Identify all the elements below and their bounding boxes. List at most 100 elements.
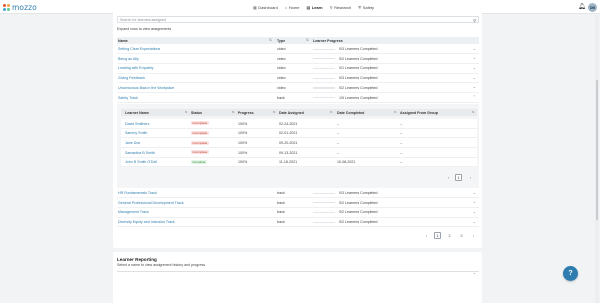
assignment-name-link[interactable]: Management Track [118,210,149,214]
learner-row[interactable]: Samantha B Smith Incomplete 100% 09-13-2… [121,148,477,158]
progress-bar [313,58,335,60]
assignment-name-link[interactable]: Setting Clear Expectations [118,47,160,51]
pagination-page-button[interactable]: 3 [458,232,465,239]
column-header-date-assigned[interactable]: Date Assigned [279,111,304,115]
date-completed: -- [337,150,340,155]
progress-text: 0/2 Learners Completed [339,200,378,205]
progress-text: 0/2 Learners Completed [339,210,378,215]
chevron-down-icon[interactable]: ⌄ [473,66,476,70]
table-row[interactable]: Management Track track 0/2 Learners Comp… [117,208,479,218]
assignment-name-link[interactable]: Giving Feedback [118,76,145,80]
sort-icon[interactable]: ⇅ [269,38,272,42]
page-scrollbar-thumb[interactable] [596,80,598,220]
status-badge: Incomplete [191,121,209,126]
learner-row[interactable]: Jane Doe Incomplete 100% 09-20-2021 -- -… [121,138,477,149]
table-row[interactable]: General Professional Development Track t… [117,198,479,208]
column-header-status[interactable]: Status [191,111,202,115]
search-input[interactable] [118,17,458,23]
table-row[interactable]: Unconscious Bias in the Workplace video … [117,83,479,93]
table-row[interactable]: HR Fundamentals Track track 0/3 Learners… [117,189,479,199]
learner-row[interactable]: John B Smith O'Dell Complete 100% 11-18-… [121,157,477,168]
table-row[interactable]: Diversity Equity and Inclusion Track tra… [117,218,479,228]
sort-icon[interactable]: ⇅ [394,110,397,114]
chevron-down-icon[interactable]: ⌄ [473,47,476,51]
column-header-progress[interactable]: Progress [238,111,254,115]
assignment-name-link[interactable]: Unconscious Bias in the Workplace [118,86,174,90]
search-icon[interactable]: ⚲ [473,18,476,23]
sort-icon[interactable]: ⇅ [306,38,309,42]
learner-name-link[interactable]: Sammy Smith [125,131,147,135]
assignment-name-link[interactable]: Being an Ally [118,57,139,61]
progress-bar [313,202,335,204]
logo[interactable]: mozzo [3,2,37,12]
learner-name-link[interactable]: David Smithers [125,122,149,126]
avatar[interactable]: DB [588,3,597,12]
column-header-progress[interactable]: Learner Progress [313,39,343,43]
chevron-down-icon[interactable]: ⌄ [473,200,476,204]
column-header-type[interactable]: Type [277,39,285,43]
chevron-down-icon[interactable]: ⌄ [473,271,476,275]
assignment-name-link[interactable]: Diversity Equity and Inclusion Track [118,220,175,224]
column-header-date-completed[interactable]: Date Completed [337,111,364,115]
progress-text: 0/3 Learners Completed [339,191,378,195]
progress-bar [313,48,335,50]
learner-name-link[interactable]: Samantha B Smith [125,151,155,155]
date-assigned: 09-20-2021 [279,140,298,145]
pagination-page-button[interactable]: 2 [446,232,453,239]
assignment-name-link[interactable]: Safety Track [118,96,138,100]
date-assigned: 09-13-2021 [279,150,298,155]
learner-name-link[interactable]: John B Smith O'Dell [125,160,157,164]
chevron-up-icon[interactable]: ⌃ [473,95,476,99]
learner-row[interactable]: David Smithers Incomplete 100% 02-24-202… [121,119,477,129]
table-row[interactable]: Being an Ally video 0/2 Learners Complet… [117,54,479,64]
sort-icon[interactable]: ⇅ [232,110,235,114]
assignment-name-link[interactable]: HR Fundamentals Track [118,191,157,195]
pagination-next-button[interactable]: › [467,174,474,181]
learners-table-header: Learner Name ⇅ Status ⇅ Progress ⇅ Date … [121,109,477,116]
chevron-down-icon[interactable]: ⌄ [473,191,476,195]
logo-text: mozzo [12,2,37,12]
sort-icon[interactable]: ⇅ [273,110,276,114]
column-header-assigned-group[interactable]: Assigned From Group [400,111,438,115]
assignment-type: track [277,220,285,225]
progress-bar [313,221,335,223]
chevron-down-icon[interactable]: ⌄ [473,56,476,60]
sort-icon[interactable]: ⇅ [330,110,333,114]
table-row[interactable]: Giving Feedback video 0/3 Learners Compl… [117,74,479,84]
assignment-type: track [277,95,285,100]
assignment-name-link[interactable]: Leading with Empathy [118,66,153,70]
shield-icon: ⛨ [358,4,362,10]
research-icon: ⚲ [329,4,333,10]
column-header-name[interactable]: Name [118,39,128,43]
sort-icon[interactable]: ⇅ [472,110,475,114]
assigned-group: -- [400,160,403,165]
progress-bar [313,67,335,70]
table-row-expanded[interactable]: Safety Track track 1/5 Learners Complete… [117,93,479,103]
sort-icon[interactable]: ⇅ [185,110,188,114]
help-button[interactable]: ? [563,266,578,281]
assignments-table-header: Name ⇅ Type ⇅ Learner Progress [117,37,479,44]
column-header-learner-name[interactable]: Learner Name [125,111,149,115]
assigned-group: -- [400,140,403,145]
pagination-prev-button[interactable]: ‹ [445,174,452,181]
chevron-down-icon[interactable]: ⌄ [473,210,476,214]
bell-icon[interactable]: 🔔︎ [578,3,586,10]
pagination-next-button[interactable]: › [470,232,477,239]
table-row[interactable]: Leading with Empathy video 0/1 Learners … [117,64,479,74]
learner-select[interactable] [117,271,479,277]
learner-name-link[interactable]: Jane Doe [125,141,140,145]
progress-text: 0/3 Learners Completed [339,47,378,51]
pagination-page-button[interactable]: 1 [434,232,441,239]
pagination-page-button[interactable]: 1 [455,174,462,181]
learner-row[interactable]: Sammy Smith Incomplete 100% 02-01-2021 -… [121,128,477,139]
chevron-down-icon[interactable]: ⌄ [473,220,476,224]
chevron-down-icon[interactable]: ⌄ [473,85,476,89]
assignment-name-link[interactable]: General Professional Development Track [118,201,184,205]
progress-bar [313,77,335,79]
pagination-prev-button[interactable]: ‹ [423,232,430,239]
progress-text: 0/1 Learners Completed [339,66,378,71]
section-subtitle: Select a name to view assignment history… [117,263,206,267]
progress-text: 0/2 Learners Completed [339,85,378,90]
chevron-down-icon[interactable]: ⌄ [473,76,476,80]
table-row[interactable]: Setting Clear Expectations video 0/3 Lea… [117,45,479,55]
